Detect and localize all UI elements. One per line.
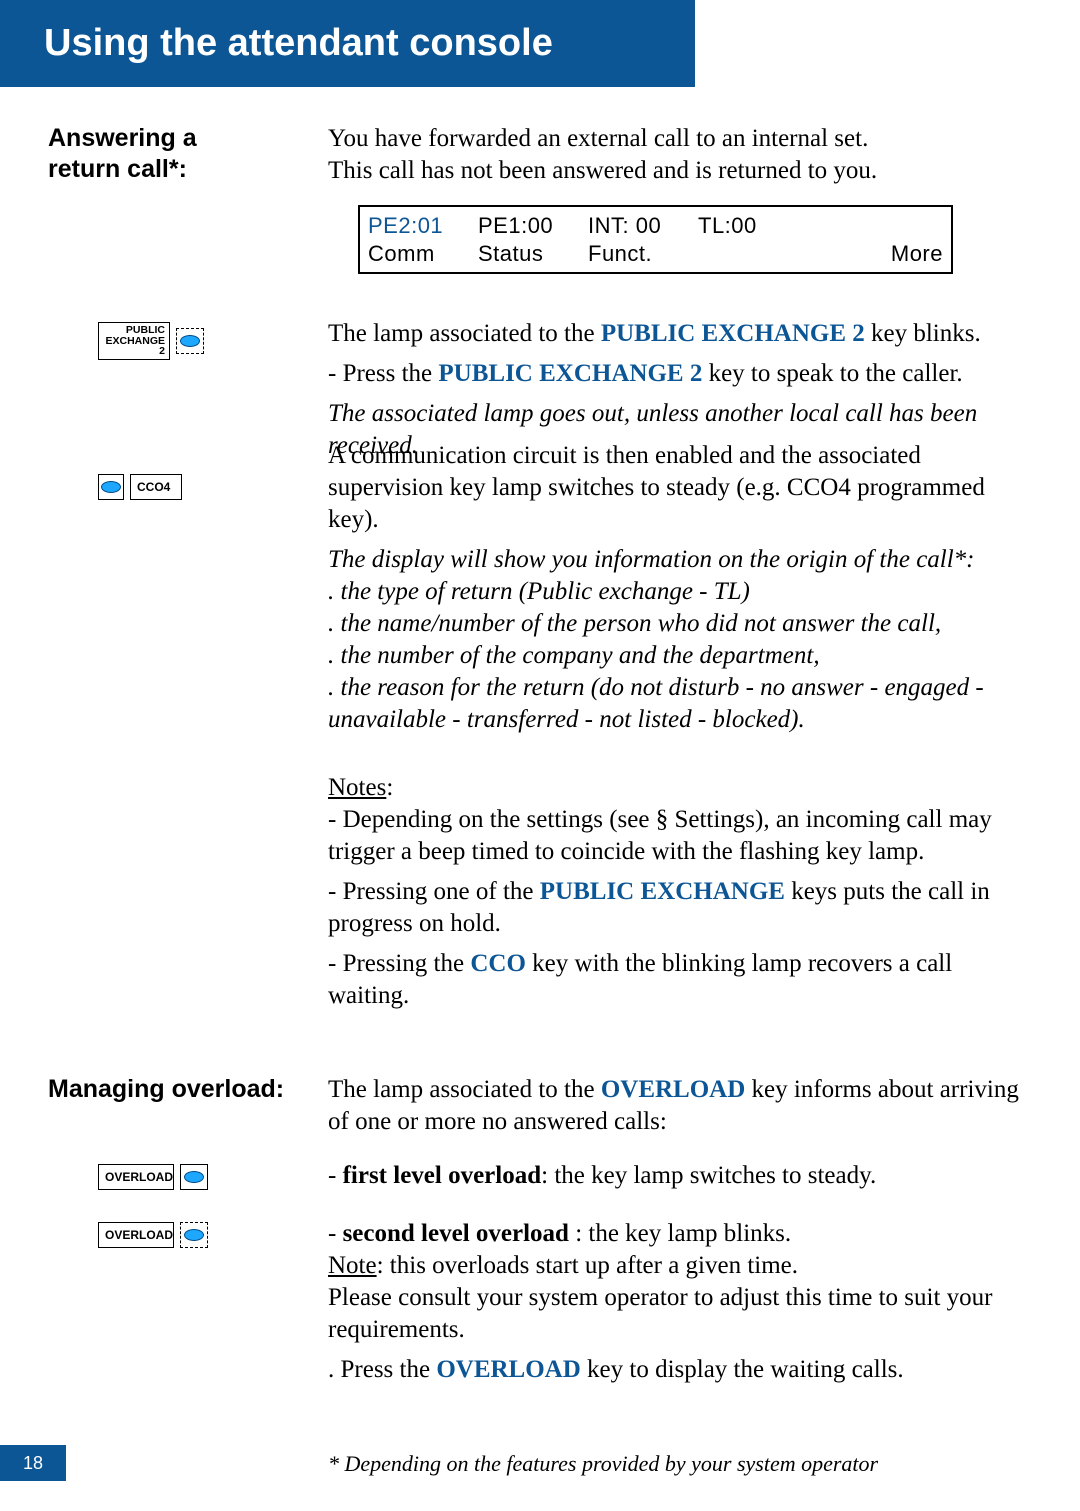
- text-fragment-bold: PUBLIC EXCHANGE: [540, 878, 785, 905]
- note-item: - Depending on the settings (see § Setti…: [328, 804, 1032, 868]
- lcd-comm: Comm: [368, 240, 478, 268]
- display-info-block: The display will show you information on…: [328, 544, 1032, 736]
- heading-line: Answering a: [48, 124, 197, 152]
- text-fragment: . the name/number of the person who did …: [328, 610, 941, 637]
- text-fragment: - Pressing the: [328, 950, 470, 977]
- overload-note: Note: this overloads start up after a gi…: [328, 1250, 1032, 1282]
- text-fragment: . the number of the company and the depa…: [328, 642, 820, 669]
- note-label: Note: [328, 1252, 377, 1279]
- text-fragment-bold: PUBLIC EXCHANGE 2: [601, 320, 865, 347]
- text-fragment: : the key lamp switches to steady.: [541, 1162, 876, 1189]
- second-level-overload: - second level overload : the key lamp b…: [328, 1218, 1032, 1250]
- lcd-funct: Funct.: [588, 240, 698, 268]
- lcd-status: Status: [478, 240, 588, 268]
- lcd-pe1: PE1:00: [478, 212, 588, 240]
- circuit-text: A communication circuit is then enabled …: [328, 440, 1032, 536]
- note-item: - Pressing one of the PUBLIC EXCHANGE ke…: [328, 876, 1032, 940]
- intro-line: This call has not been answered and is r…: [328, 155, 1032, 187]
- footnote: * Depending on the features provided by …: [328, 1451, 1032, 1477]
- lamp-text: The lamp associated to the PUBLIC EXCHAN…: [328, 318, 1032, 350]
- lcd-pe2: PE2:01: [368, 212, 478, 240]
- section-heading-answering: Answering a return call*:: [48, 123, 328, 186]
- text-fragment: key blinks.: [865, 320, 981, 347]
- text-fragment: - Pressing one of the: [328, 878, 540, 905]
- overload-intro: The lamp associated to the OVERLOAD key …: [328, 1074, 1032, 1138]
- text-fragment-bold: CCO: [470, 950, 526, 977]
- overload-key-blinking[interactable]: OVERLOAD: [98, 1222, 328, 1248]
- text-fragment: key to speak to the caller.: [702, 360, 962, 387]
- text-fragment: key to display the waiting calls.: [581, 1356, 904, 1383]
- lcd-more: More: [818, 240, 943, 268]
- text-fragment: The lamp associated to the: [328, 1076, 601, 1103]
- text-fragment: -: [328, 1220, 343, 1247]
- text-fragment-bold: PUBLIC EXCHANGE 2: [438, 360, 702, 387]
- key-label: OVERLOAD: [98, 1164, 174, 1190]
- consult-text: Please consult your system operator to a…: [328, 1282, 1032, 1346]
- text-fragment: . the type of return (Public exchange - …: [328, 578, 750, 605]
- notes-block: Notes: - Depending on the settings (see …: [328, 772, 1032, 1012]
- text-fragment: : this overloads start up after a given …: [377, 1252, 798, 1279]
- text-fragment: The lamp associated to the: [328, 320, 601, 347]
- text-fragment-bold: second level overload: [343, 1220, 576, 1247]
- press-overload: . Press the OVERLOAD key to display the …: [328, 1354, 1032, 1386]
- text-fragment: . the reason for the return (do not dist…: [328, 674, 984, 733]
- text-fragment-bold: first level overload: [343, 1162, 542, 1189]
- page-number-badge: 18: [0, 1445, 66, 1481]
- lamp-steady-icon: [98, 474, 124, 500]
- heading-line: return call*:: [48, 155, 187, 183]
- lcd-display: PE2:01 PE1:00 INT: 00 TL:00 Comm Status …: [358, 205, 953, 274]
- text-fragment-bold: OVERLOAD: [436, 1356, 580, 1383]
- section-heading-overload: Managing overload:: [48, 1074, 328, 1105]
- lcd-int: INT: 00: [588, 212, 698, 240]
- text-fragment: -: [328, 1162, 343, 1189]
- notes-label: Notes: [328, 774, 386, 801]
- text-fragment-bold: OVERLOAD: [601, 1076, 745, 1103]
- key-label: PUBLIC EXCHANGE 2: [98, 322, 170, 360]
- cco4-key[interactable]: CCO4: [98, 474, 328, 500]
- overload-key-steady[interactable]: OVERLOAD: [98, 1164, 328, 1190]
- key-label: OVERLOAD: [98, 1222, 174, 1248]
- text-fragment: - Press the: [328, 360, 438, 387]
- first-level-overload: - first level overload: the key lamp swi…: [328, 1160, 1032, 1192]
- text-fragment: . Press the: [328, 1356, 436, 1383]
- public-exchange-2-key[interactable]: PUBLIC EXCHANGE 2: [98, 322, 328, 360]
- intro-line: You have forwarded an external call to a…: [328, 123, 1032, 155]
- page-number: 18: [0, 1445, 66, 1481]
- press-instruction: - Press the PUBLIC EXCHANGE 2 key to spe…: [328, 358, 1032, 390]
- text-fragment: The display will show you information on…: [328, 546, 975, 573]
- key-label: CCO4: [130, 474, 182, 500]
- page-title-banner: Using the attendant console: [0, 0, 695, 87]
- lcd-tl: TL:00: [698, 212, 818, 240]
- key-label-line: EXCHANGE 2: [103, 336, 165, 357]
- lamp-blinking-icon: [180, 1222, 208, 1248]
- note-item: - Pressing the CCO key with the blinking…: [328, 948, 1032, 1012]
- page-title-text: Using the attendant console: [44, 22, 553, 64]
- lamp-steady-icon: [180, 1164, 208, 1190]
- lamp-blinking-icon: [176, 328, 204, 354]
- text-fragment: : the key lamp blinks.: [575, 1220, 791, 1247]
